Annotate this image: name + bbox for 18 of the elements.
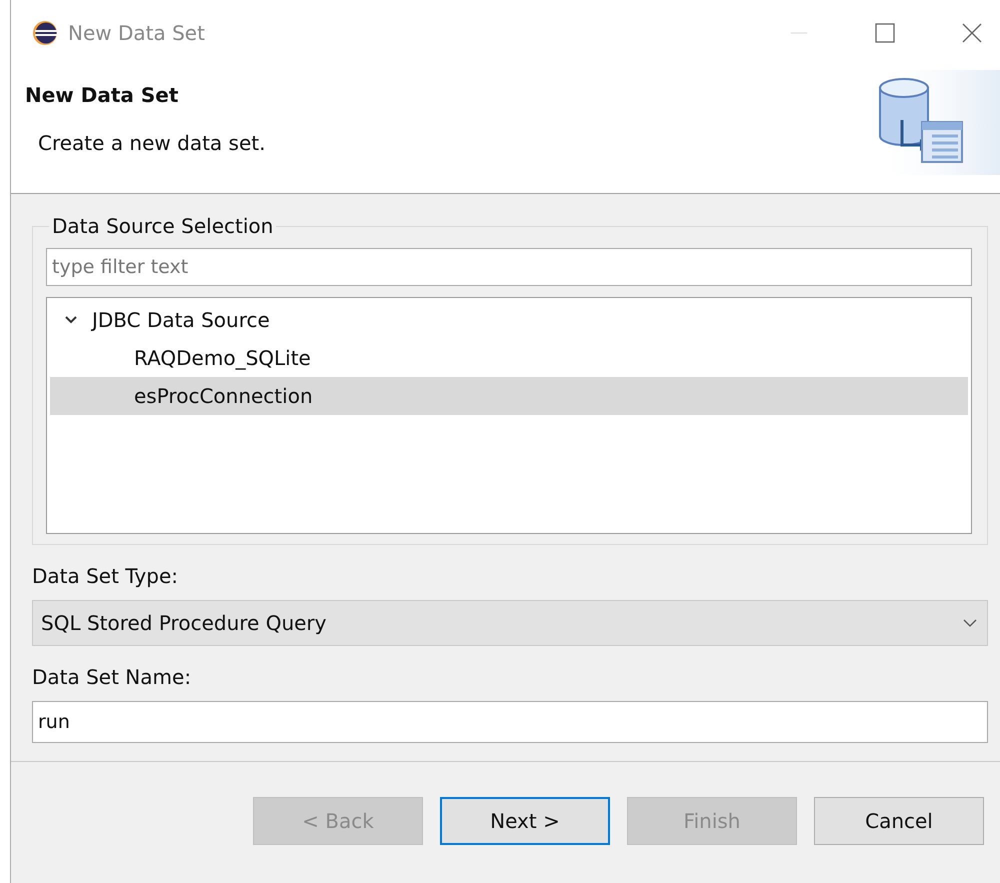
- data-set-type-dropdown[interactable]: SQL Stored Procedure Query: [32, 600, 988, 646]
- field-label: Data Set Type:: [32, 564, 179, 588]
- dialog-button[interactable]: Cancel: [814, 797, 984, 845]
- filter-field[interactable]: type filter text: [46, 248, 972, 286]
- data-set-name-field[interactable]: run: [32, 701, 988, 743]
- maximize-icon[interactable]: [875, 22, 895, 42]
- group-label: Data Source Selection: [51, 214, 274, 238]
- tree-item[interactable]: esProcConnection: [50, 377, 968, 415]
- window-title: New Data Set: [68, 20, 205, 44]
- page-title: New Data Set: [25, 83, 180, 107]
- tree-item[interactable]: RAQDemo_SQLite: [50, 339, 968, 377]
- app-icon: [32, 20, 58, 46]
- tree-label: JDBC Data Source: [92, 308, 270, 332]
- dialog-button[interactable]: Next >: [440, 797, 610, 845]
- page-description: Create a new data set.: [38, 131, 266, 155]
- field-label: Data Set Name:: [32, 665, 192, 689]
- caret-icon: [963, 618, 977, 628]
- close-icon[interactable]: [962, 22, 982, 42]
